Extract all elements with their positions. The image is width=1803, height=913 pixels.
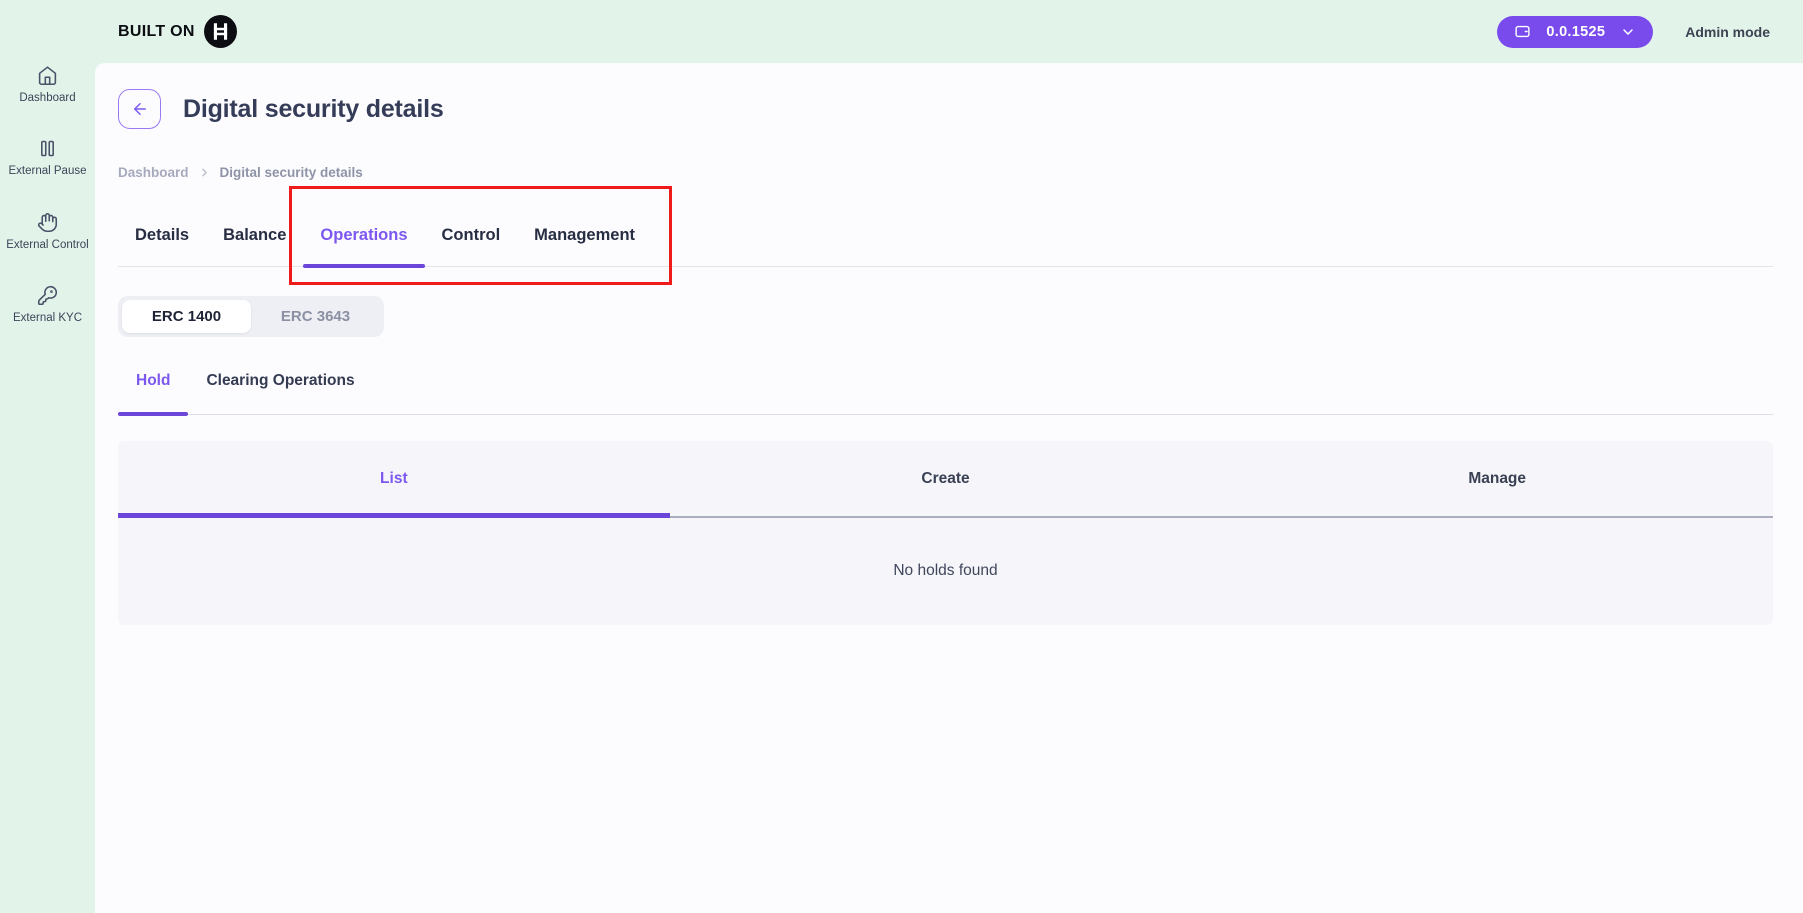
tab-balance[interactable]: Balance	[206, 226, 303, 266]
admin-mode-label: Admin mode	[1685, 24, 1770, 40]
hedera-logo-icon	[204, 15, 237, 48]
empty-state-message: No holds found	[118, 518, 1773, 623]
holds-panel: List Create Manage No holds found	[118, 441, 1773, 625]
arrow-left-icon	[131, 100, 149, 118]
holds-panel-tabs: List Create Manage	[118, 441, 1773, 518]
sidebar-item-label: Dashboard	[19, 91, 75, 105]
wallet-icon	[1514, 23, 1531, 40]
breadcrumb-link-dashboard[interactable]: Dashboard	[118, 165, 189, 180]
tab-management[interactable]: Management	[517, 226, 652, 266]
back-button[interactable]	[118, 89, 161, 129]
built-on-logo: BUILT ON	[118, 15, 237, 48]
key-icon	[37, 285, 58, 306]
sidebar-item-external-kyc[interactable]: External KYC	[5, 285, 91, 325]
page-header: Digital security details	[118, 89, 1773, 129]
sidebar: Dashboard External Pause External Contro…	[0, 63, 95, 913]
sidebar-item-external-control[interactable]: External Control	[5, 212, 91, 252]
chevron-right-icon	[198, 166, 211, 179]
detail-tabs: Details Balance Operations Control Manag…	[118, 226, 1773, 267]
tab-manage[interactable]: Manage	[1221, 441, 1773, 516]
home-icon	[37, 65, 58, 86]
topbar-right: 0.0.1525 Admin mode	[1497, 16, 1770, 48]
tab-operations[interactable]: Operations	[303, 226, 424, 266]
tab-list[interactable]: List	[118, 441, 670, 516]
topbar: BUILT ON 0.0.1525 Admin mode	[0, 0, 1803, 63]
main-panel: Digital security details Dashboard Digit…	[95, 63, 1803, 913]
sidebar-item-label: External KYC	[13, 311, 82, 325]
chevron-down-icon	[1620, 24, 1636, 40]
tab-details[interactable]: Details	[118, 226, 206, 266]
hand-icon	[37, 212, 58, 233]
sidebar-item-label: External Pause	[9, 164, 87, 178]
sidebar-item-dashboard[interactable]: Dashboard	[5, 65, 91, 105]
sidebar-item-label: External Control	[6, 238, 88, 252]
breadcrumb-current: Digital security details	[220, 165, 363, 180]
tab-create[interactable]: Create	[670, 441, 1222, 516]
tab-control[interactable]: Control	[425, 226, 518, 266]
erc-standard-toggle: ERC 1400 ERC 3643	[118, 296, 384, 337]
wallet-account-button[interactable]: 0.0.1525	[1497, 16, 1653, 48]
built-on-logo-text: BUILT ON	[118, 23, 195, 41]
pause-icon	[37, 138, 58, 159]
tab-clearing-operations[interactable]: Clearing Operations	[188, 372, 372, 414]
wallet-account-id: 0.0.1525	[1546, 24, 1605, 40]
operation-tabs: Hold Clearing Operations	[118, 372, 1773, 415]
toggle-option-erc-1400[interactable]: ERC 1400	[122, 300, 251, 333]
breadcrumb: Dashboard Digital security details	[118, 165, 1773, 180]
toggle-option-erc-3643[interactable]: ERC 3643	[251, 300, 380, 333]
tab-hold[interactable]: Hold	[118, 372, 188, 414]
page-title: Digital security details	[183, 95, 444, 124]
sidebar-item-external-pause[interactable]: External Pause	[5, 138, 91, 178]
